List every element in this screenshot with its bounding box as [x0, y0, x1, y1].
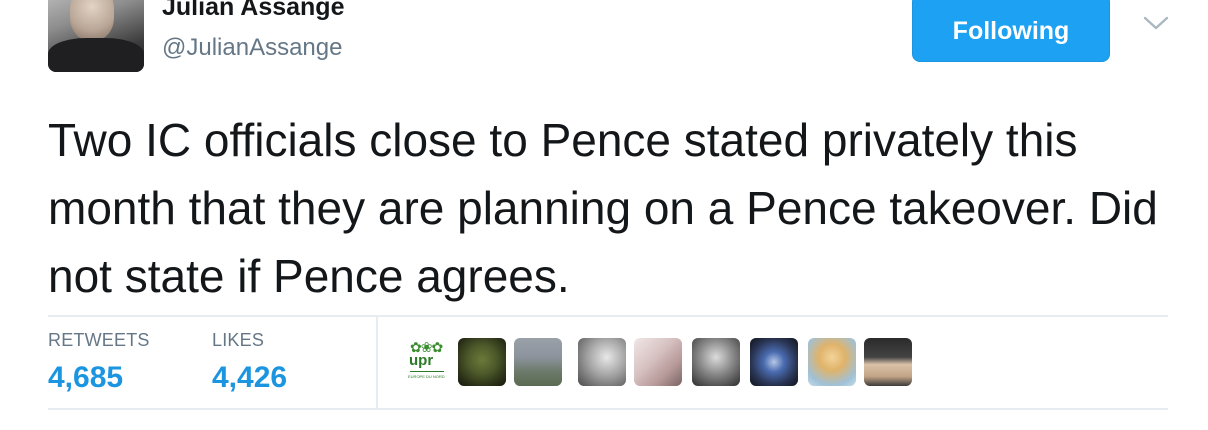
- liker-avatar[interactable]: [692, 338, 740, 386]
- liker-avatar[interactable]: [578, 338, 626, 386]
- likes-stat[interactable]: LIKES 4,426: [212, 330, 287, 395]
- likes-count: 4,426: [212, 361, 288, 394]
- retweets-stat[interactable]: RETWEETS 4,685: [48, 330, 150, 395]
- retweets-label: RETWEETS: [48, 330, 150, 350]
- retweets-count: 4,685: [48, 361, 124, 394]
- likes-label: LIKES: [212, 330, 265, 350]
- liker-avatar[interactable]: [634, 338, 682, 386]
- avatar-coat: [48, 38, 144, 72]
- stats-divider-top: [48, 315, 1168, 317]
- stats-separator: [376, 317, 378, 408]
- avatar-face: [70, 0, 114, 40]
- liker-avatar[interactable]: [808, 338, 856, 386]
- liker-avatar[interactable]: [864, 338, 912, 386]
- logo-rule: [410, 371, 444, 372]
- liker-logo-brand: upr: [409, 352, 434, 369]
- liker-logo-subtext: EUROPE DU NORD: [408, 374, 445, 379]
- following-button[interactable]: Following: [912, 0, 1110, 62]
- tweet-text: Two IC officials close to Pence stated p…: [48, 114, 1158, 302]
- author-handle[interactable]: @JulianAssange: [162, 34, 342, 62]
- chevron-down-icon[interactable]: [1142, 14, 1170, 32]
- author-name[interactable]: Julian Assange: [162, 0, 344, 22]
- liker-avatar[interactable]: [458, 338, 506, 386]
- liker-avatar[interactable]: ✿❀✿ upr EUROPE DU NORD: [404, 338, 452, 386]
- liker-avatar[interactable]: [514, 338, 562, 386]
- author-avatar[interactable]: [48, 0, 144, 72]
- liker-avatar[interactable]: [750, 338, 798, 386]
- stats-divider-bottom: [48, 408, 1168, 410]
